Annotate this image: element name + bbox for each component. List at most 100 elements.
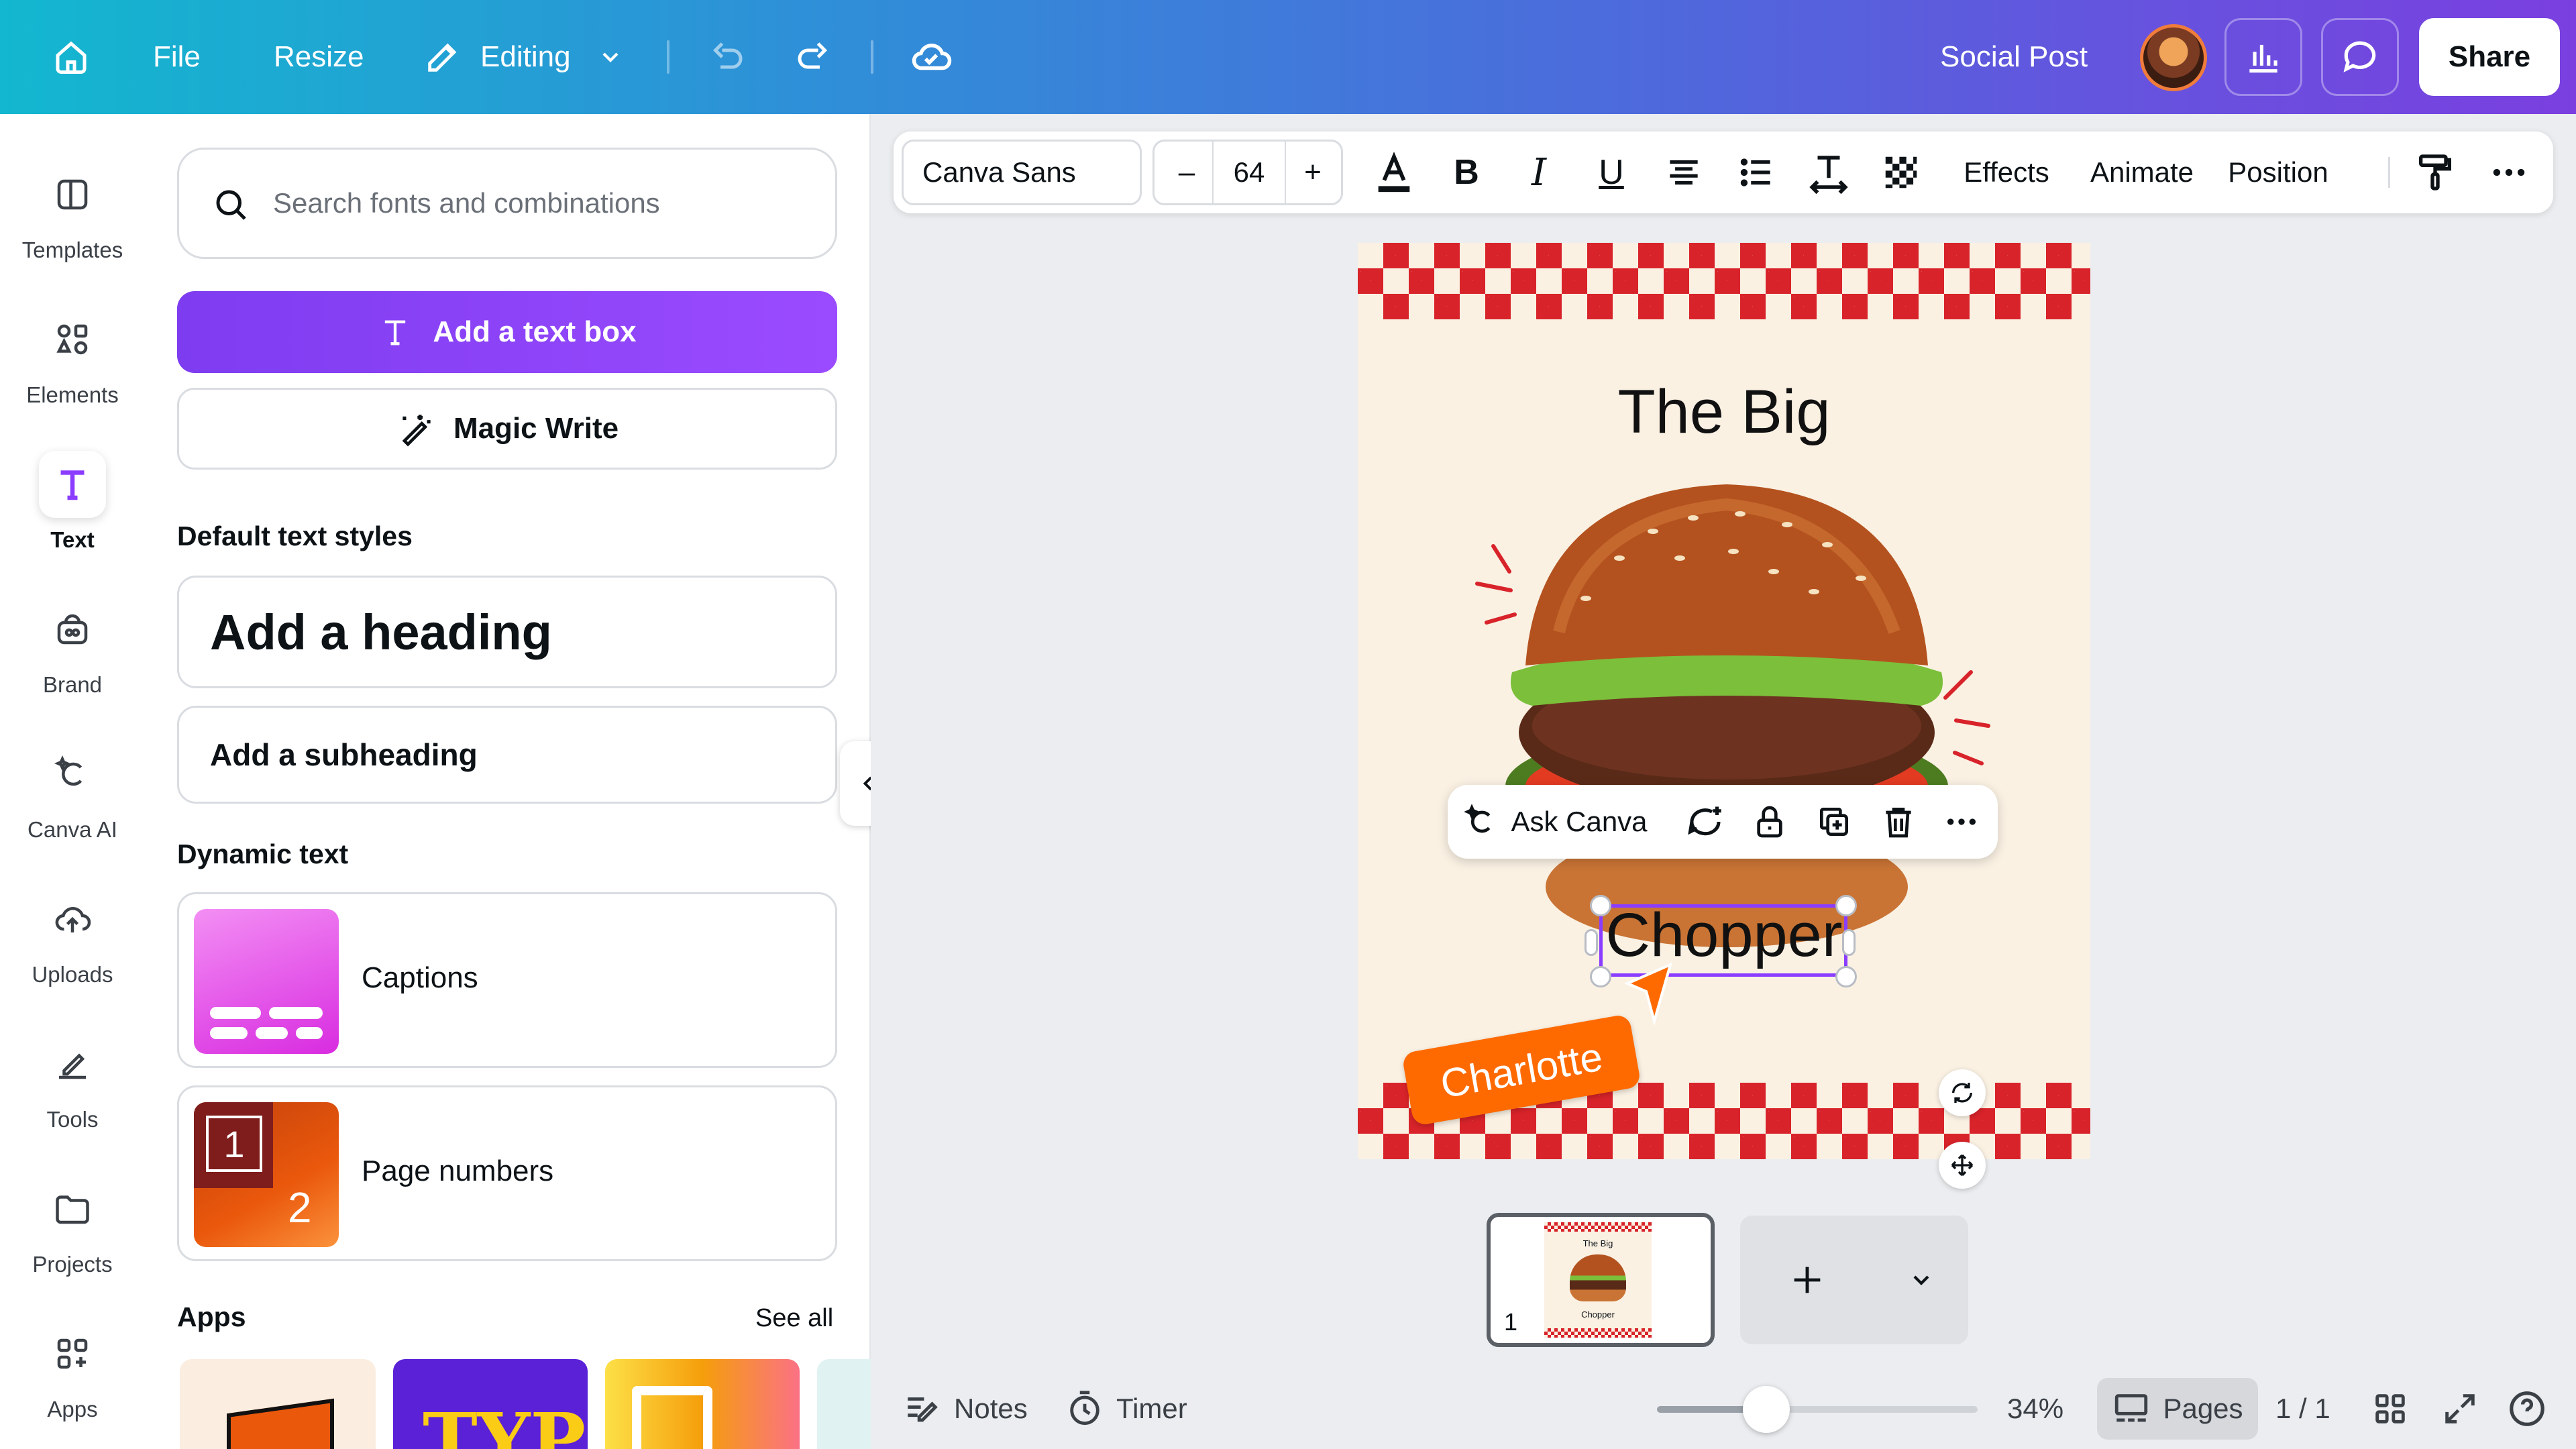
app-tile-3[interactable]	[605, 1359, 800, 1449]
app-tile-2[interactable]: TYPE	[393, 1359, 588, 1449]
projects-icon	[39, 1175, 106, 1242]
chevron-down-icon[interactable]	[584, 30, 637, 84]
resize-handle-left[interactable]	[1585, 929, 1598, 956]
text-color-icon	[1378, 152, 1410, 193]
timer-icon	[1070, 1391, 1099, 1426]
rail-item-projects[interactable]: Projects	[0, 1162, 145, 1296]
canva-ai-icon	[1464, 804, 1491, 833]
decrease-font-size-button[interactable]: –	[1167, 142, 1207, 203]
grid-view-button[interactable]	[2371, 1368, 2410, 1449]
spacing-button[interactable]	[1798, 131, 1860, 213]
divider	[871, 40, 873, 74]
resize-handle-right[interactable]	[1842, 929, 1856, 956]
list-button[interactable]	[1725, 131, 1787, 213]
page-thumbnail-1[interactable]: The Big Chopper 1	[1487, 1213, 1715, 1347]
app-tile-1[interactable]	[180, 1359, 376, 1449]
checkered-border-top	[1358, 243, 2090, 319]
magic-write-button[interactable]: Magic Write	[177, 388, 837, 470]
page-numbers-label: Page numbers	[362, 1155, 554, 1187]
add-text-box-button[interactable]: Add a text box	[177, 291, 837, 373]
rail-item-uploads[interactable]: Uploads	[0, 872, 145, 1006]
zoom-level[interactable]: 34%	[2007, 1368, 2063, 1449]
add-subheading-button[interactable]: Add a subheading	[177, 706, 837, 804]
resize-handle-top-right[interactable]	[1835, 895, 1857, 916]
comments-button[interactable]	[2321, 18, 2399, 96]
animate-button[interactable]: Animate	[2081, 131, 2203, 213]
notes-button[interactable]: Notes	[903, 1368, 1028, 1449]
timer-button[interactable]: Timer	[1065, 1368, 1187, 1449]
zoom-slider-handle[interactable]	[1743, 1386, 1790, 1433]
lock-button[interactable]	[1743, 785, 1796, 859]
more-options-button[interactable]	[1935, 785, 1988, 859]
see-all-link[interactable]: See all	[755, 1304, 833, 1333]
delete-button[interactable]	[1872, 785, 1925, 859]
rail-item-apps[interactable]: Apps	[0, 1307, 145, 1441]
transparency-button[interactable]	[1870, 131, 1932, 213]
undo-icon[interactable]	[700, 30, 754, 84]
font-size-control: – 64 +	[1152, 140, 1343, 205]
avatar[interactable]	[2140, 24, 2207, 91]
bold-button[interactable]: B	[1436, 131, 1497, 213]
dynamic-text-title: Dynamic text	[177, 839, 349, 869]
page-number-badge: 2	[288, 1183, 312, 1232]
effects-button[interactable]: Effects	[1948, 131, 2065, 213]
rail-item-templates[interactable]: Templates	[0, 148, 145, 282]
position-button[interactable]: Position	[2219, 131, 2337, 213]
underline-button[interactable]: U	[1580, 131, 1642, 213]
file-menu[interactable]: File	[153, 37, 201, 77]
font-size-input[interactable]: 64	[1212, 142, 1286, 203]
design-canvas[interactable]: The Big Chopper	[1358, 243, 2090, 1159]
cloud-saved-icon[interactable]	[904, 30, 958, 84]
pages-button[interactable]: Pages	[2097, 1378, 2258, 1440]
rail-item-brand[interactable]: Brand	[0, 582, 145, 716]
brand-icon	[39, 596, 106, 663]
italic-button[interactable]: I	[1508, 131, 1570, 213]
move-icon	[1951, 1154, 1974, 1177]
resize-handle-bottom-left[interactable]	[1590, 966, 1611, 987]
zoom-slider[interactable]	[1657, 1386, 1978, 1433]
copy-style-button[interactable]	[2404, 131, 2466, 213]
rail-item-elements[interactable]: Elements	[0, 292, 145, 427]
app-tile-4[interactable]	[817, 1359, 871, 1449]
font-family-dropdown[interactable]: Canva Sans	[902, 140, 1142, 205]
thumbnail-preview: The Big Chopper	[1544, 1222, 1652, 1338]
design-title[interactable]: Social Post	[1940, 37, 2088, 77]
rail-item-tools[interactable]: Tools	[0, 1017, 145, 1151]
insights-button[interactable]	[2224, 18, 2302, 96]
resize-button[interactable]: Resize	[274, 37, 364, 77]
move-button[interactable]	[1939, 1142, 1986, 1189]
divider	[667, 40, 669, 74]
canvas-title-the-big[interactable]: The Big	[1358, 377, 2090, 447]
duplicate-button[interactable]	[1807, 785, 1861, 859]
left-rail: Templates Elements Text Brand Canva AI U…	[0, 114, 145, 1449]
increase-font-size-button[interactable]: +	[1293, 142, 1333, 203]
add-comment-button[interactable]	[1678, 785, 1732, 859]
align-button[interactable]	[1653, 131, 1715, 213]
resize-handle-top-left[interactable]	[1590, 895, 1611, 916]
home-icon[interactable]	[44, 30, 98, 84]
help-button[interactable]	[2506, 1368, 2548, 1449]
rotate-button[interactable]	[1939, 1069, 1986, 1116]
ask-canva-button[interactable]: Ask Canva	[1461, 785, 1649, 859]
redo-icon[interactable]	[786, 30, 840, 84]
text-color-button[interactable]	[1363, 131, 1425, 213]
transparency-icon	[1885, 156, 1917, 189]
font-search-box[interactable]: Search fonts and combinations	[177, 148, 837, 259]
search-icon	[216, 190, 246, 220]
editing-mode-button[interactable]: Editing	[480, 37, 571, 77]
add-page-options-button[interactable]	[1894, 1253, 1948, 1307]
templates-icon	[39, 161, 106, 228]
add-heading-button[interactable]: Add a heading	[177, 576, 837, 688]
rail-item-canva-ai[interactable]: Canva AI	[0, 727, 145, 861]
lock-icon	[1757, 806, 1782, 838]
share-button[interactable]: Share	[2419, 18, 2560, 96]
rail-item-text[interactable]: Text	[0, 437, 145, 572]
default-text-styles-title: Default text styles	[177, 521, 413, 551]
page-numbers-item[interactable]: 1 2 Page numbers	[177, 1085, 837, 1261]
more-options-button[interactable]	[2478, 131, 2540, 213]
captions-item[interactable]: Captions	[177, 892, 837, 1068]
search-input[interactable]: Search fonts and combinations	[273, 183, 660, 223]
fullscreen-button[interactable]	[2440, 1368, 2479, 1449]
add-page-button[interactable]	[1780, 1253, 1834, 1307]
resize-handle-bottom-right[interactable]	[1835, 966, 1857, 987]
